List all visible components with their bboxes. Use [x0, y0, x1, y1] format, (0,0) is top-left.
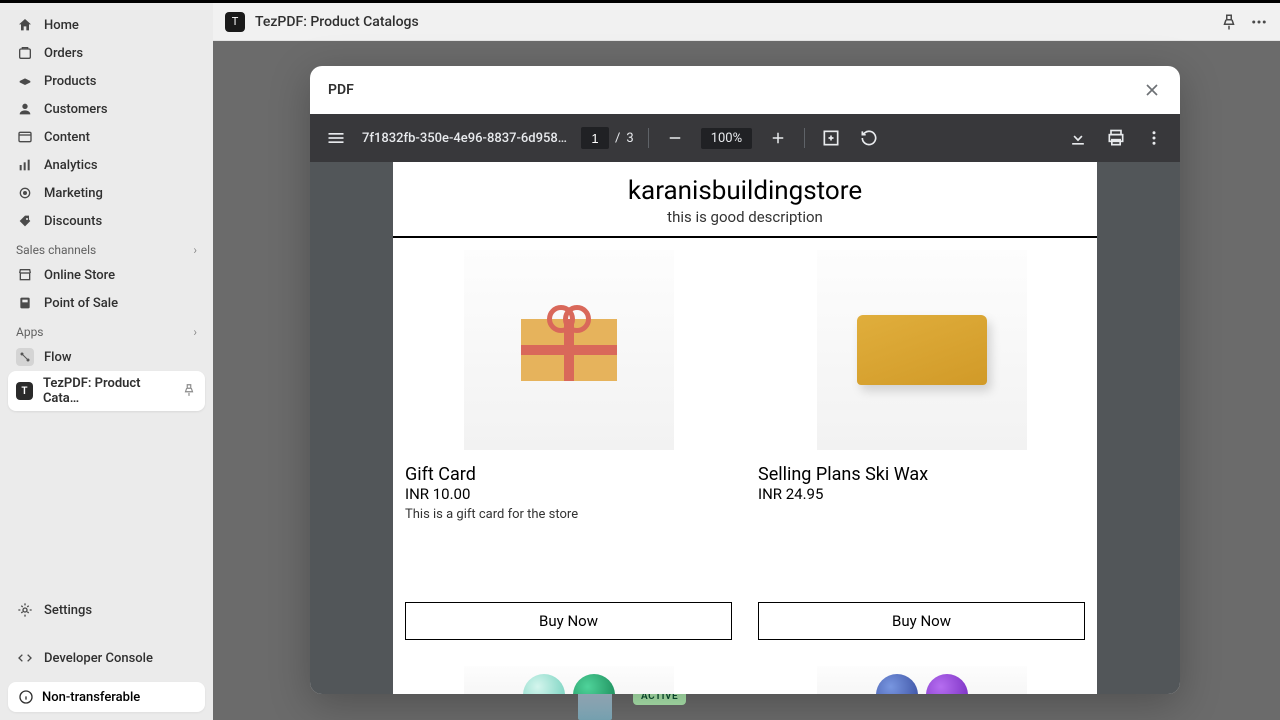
dev-console-label: Developer Console [44, 651, 153, 666]
nav-discounts[interactable]: Discounts [8, 207, 205, 235]
nav-analytics[interactable]: Analytics [8, 151, 205, 179]
rotate-icon[interactable] [857, 126, 881, 150]
zoom-in-icon[interactable] [766, 126, 790, 150]
sales-channels-section[interactable]: Sales channels › [8, 235, 205, 261]
product-card [758, 666, 1085, 694]
app-header: T TezPDF: Product Catalogs [213, 3, 1280, 41]
section-title: Sales channels [16, 243, 96, 257]
fit-page-icon[interactable] [819, 126, 843, 150]
channel-label: Online Store [44, 268, 115, 283]
product-description: This is a gift card for the store [405, 507, 732, 522]
product-image [464, 666, 674, 694]
pdf-page: karanisbuildingstore this is good descri… [393, 162, 1097, 694]
products-icon [16, 72, 34, 90]
content-icon [16, 128, 34, 146]
header-app-icon: T [225, 12, 245, 32]
page-input[interactable] [581, 127, 609, 149]
gear-icon [16, 601, 34, 619]
nav-orders[interactable]: Orders [8, 39, 205, 67]
product-price: INR 24.95 [758, 485, 1085, 503]
nav-products[interactable]: Products [8, 67, 205, 95]
product-name: Selling Plans Ski Wax [758, 464, 1085, 485]
non-transferable-badge: Non-transferable [8, 682, 205, 712]
pdf-viewport[interactable]: karanisbuildingstore this is good descri… [310, 162, 1180, 694]
section-title: Apps [16, 325, 44, 339]
chevron-right-icon: › [193, 243, 197, 257]
modal-title: PDF [328, 82, 354, 98]
header-title: TezPDF: Product Catalogs [255, 14, 1220, 30]
flow-app-icon [16, 348, 34, 366]
product-card: Selling Plans Ski Wax INR 24.95 Buy Now [758, 250, 1085, 640]
tezpdf-app-icon: T [16, 382, 33, 400]
header-pin-icon[interactable] [1220, 13, 1238, 31]
store-icon [16, 266, 34, 284]
non-transferable-label: Non-transferable [42, 690, 140, 705]
product-price: INR 10.00 [405, 485, 732, 503]
app-label: Flow [44, 350, 72, 365]
orders-icon [16, 44, 34, 62]
nav-label: Content [44, 130, 90, 145]
nav-marketing[interactable]: Marketing [8, 179, 205, 207]
product-name: Gift Card [405, 464, 732, 485]
discounts-icon [16, 212, 34, 230]
zoom-level: 100% [701, 128, 752, 149]
toolbar-more-icon[interactable] [1142, 126, 1166, 150]
pdf-filename: 7f1832fb-350e-4e96-8837-6d958… [362, 131, 567, 146]
catalog-subtitle: this is good description [403, 208, 1087, 226]
buy-now-button[interactable]: Buy Now [758, 602, 1085, 640]
product-image [817, 666, 1027, 694]
app-tezpdf[interactable]: T TezPDF: Product Cata… [8, 371, 205, 411]
nav-home[interactable]: Home [8, 11, 205, 39]
page-total: 3 [626, 131, 633, 146]
wax-block-graphic [857, 315, 987, 385]
nav-developer-console[interactable]: Developer Console [8, 644, 205, 672]
download-icon[interactable] [1066, 126, 1090, 150]
channel-label: Point of Sale [44, 296, 118, 311]
analytics-icon [16, 156, 34, 174]
chevron-right-icon: › [193, 325, 197, 339]
catalog-title: karanisbuildingstore [403, 176, 1087, 206]
buy-now-button[interactable]: Buy Now [405, 602, 732, 640]
customers-icon [16, 100, 34, 118]
nav-label: Analytics [44, 158, 98, 173]
nav-label: Home [44, 18, 79, 33]
settings-label: Settings [44, 603, 92, 618]
pin-icon[interactable] [182, 383, 197, 399]
apps-section[interactable]: Apps › [8, 317, 205, 343]
product-card [405, 666, 732, 694]
nav-label: Discounts [44, 214, 102, 229]
nav-customers[interactable]: Customers [8, 95, 205, 123]
info-icon [18, 689, 34, 705]
app-flow[interactable]: Flow [8, 343, 205, 371]
channel-online-store[interactable]: Online Store [8, 261, 205, 289]
print-icon[interactable] [1104, 126, 1128, 150]
sidebar: Home Orders Products Customers Content A… [0, 3, 213, 720]
product-image [464, 250, 674, 450]
product-image [817, 250, 1027, 450]
nav-content[interactable]: Content [8, 123, 205, 151]
nav-settings[interactable]: Settings [8, 596, 205, 624]
gift-box-graphic [521, 319, 617, 381]
pdf-modal: PDF 7f1832fb-350e-4e96-8837-6d958… / 3 1… [310, 66, 1180, 694]
header-more-icon[interactable] [1250, 13, 1268, 31]
zoom-out-icon[interactable] [663, 126, 687, 150]
page-indicator: / 3 [581, 127, 634, 149]
app-label: TezPDF: Product Cata… [43, 376, 172, 406]
pos-icon [16, 294, 34, 312]
marketing-icon [16, 184, 34, 202]
pdf-toolbar: 7f1832fb-350e-4e96-8837-6d958… / 3 100% [310, 114, 1180, 162]
nav-label: Products [44, 74, 96, 89]
nav-label: Orders [44, 46, 83, 61]
home-icon [16, 16, 34, 34]
page-sep: / [615, 131, 620, 146]
code-icon [16, 649, 34, 667]
channel-pos[interactable]: Point of Sale [8, 289, 205, 317]
product-card: Gift Card INR 10.00 This is a gift card … [405, 250, 732, 640]
menu-icon[interactable] [324, 126, 348, 150]
nav-label: Marketing [44, 186, 103, 201]
close-icon[interactable] [1142, 80, 1162, 100]
nav-label: Customers [44, 102, 108, 117]
